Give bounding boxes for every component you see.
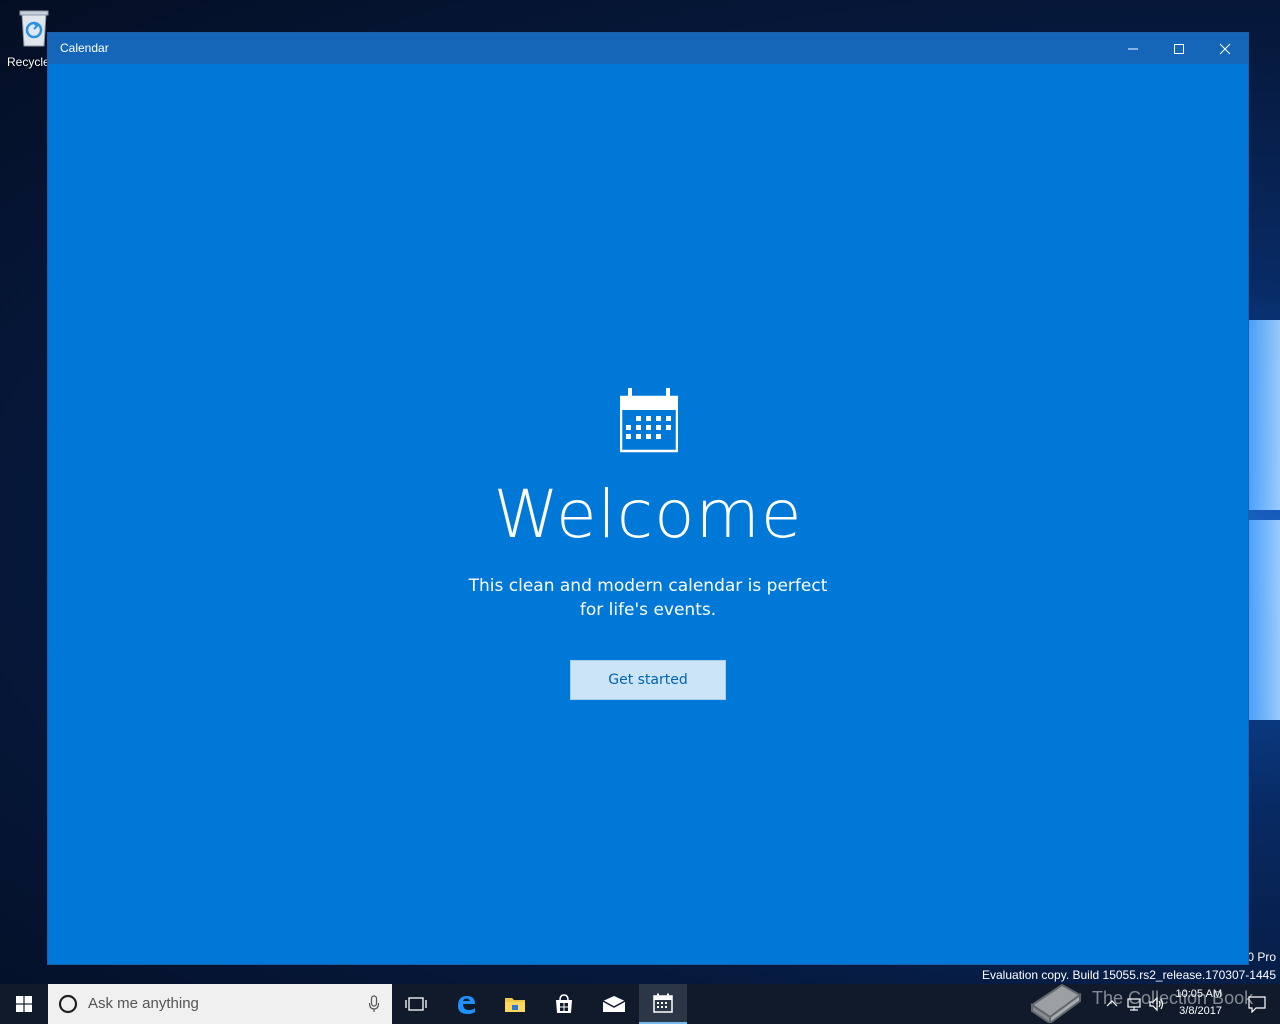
- welcome-screen: Welcome This clean and modern calendar i…: [48, 64, 1248, 964]
- calendar-icon: [653, 993, 673, 1013]
- window-title: Calendar: [60, 41, 109, 55]
- close-icon: [1219, 43, 1231, 54]
- build-watermark: Evaluation copy. Build 15055.rs2_release…: [982, 968, 1276, 982]
- calendar-taskbar-button[interactable]: [639, 984, 687, 1024]
- store-icon: [556, 994, 572, 1013]
- volume-icon[interactable]: [1148, 996, 1166, 1012]
- search-placeholder: Ask me anything: [88, 995, 199, 1012]
- windows-logo-wallpaper: [1248, 310, 1280, 730]
- cortana-search-box[interactable]: Ask me anything: [48, 984, 392, 1024]
- windows-start-icon: [16, 996, 32, 1012]
- edition-watermark: 0 Pro: [1247, 950, 1276, 964]
- title-bar[interactable]: Calendar: [48, 33, 1248, 64]
- start-button[interactable]: [0, 984, 48, 1024]
- maximize-icon: [1174, 43, 1184, 54]
- cortana-icon: [58, 994, 78, 1014]
- network-icon[interactable]: [1126, 996, 1142, 1012]
- file-explorer-button[interactable]: [491, 984, 539, 1024]
- action-center-icon[interactable]: [1248, 995, 1266, 1013]
- get-started-button[interactable]: Get started: [570, 660, 726, 700]
- store-button[interactable]: [540, 984, 588, 1024]
- maximize-button[interactable]: [1156, 33, 1202, 64]
- microphone-icon[interactable]: [368, 995, 380, 1013]
- edge-icon: [458, 996, 475, 1014]
- welcome-description: This clean and modern calendar is perfec…: [468, 576, 828, 620]
- welcome-heading: Welcome: [493, 476, 803, 553]
- edge-button[interactable]: [442, 984, 490, 1024]
- show-hidden-icons-chevron-icon[interactable]: [1106, 998, 1118, 1008]
- calendar-window: Calendar Welcome This clean and modern c…: [47, 32, 1249, 965]
- clock-time[interactable]: 10:05 AM: [1176, 988, 1222, 1000]
- file-explorer-icon: [505, 998, 525, 1012]
- taskbar: Ask me anything 10:05 AM 3/8/2017: [0, 984, 1280, 1024]
- system-tray: 10:05 AM 3/8/2017: [1080, 984, 1280, 1024]
- minimize-icon: [1128, 48, 1138, 49]
- close-button[interactable]: [1202, 33, 1248, 64]
- mail-icon: [602, 996, 626, 1012]
- task-view-icon: [405, 997, 427, 1011]
- mail-button[interactable]: [590, 984, 638, 1024]
- minimize-button[interactable]: [1110, 33, 1156, 64]
- clock-date[interactable]: 3/8/2017: [1179, 1005, 1222, 1017]
- calendar-icon: [620, 388, 678, 453]
- task-view-button[interactable]: [392, 984, 440, 1024]
